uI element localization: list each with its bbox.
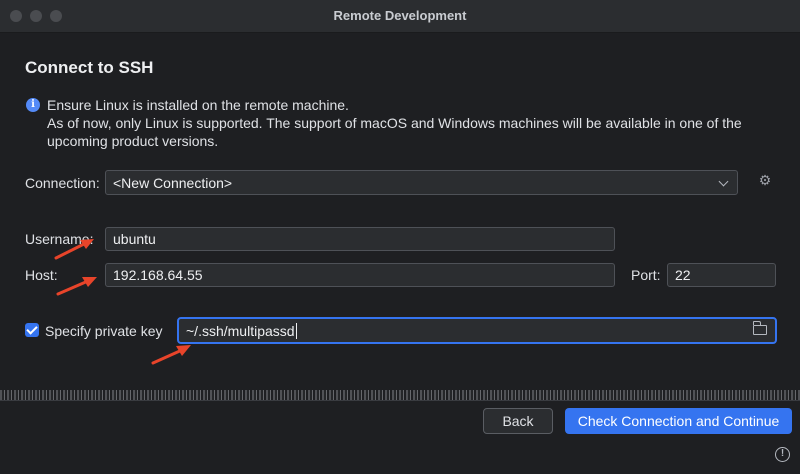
private-key-label: Specify private key [45, 323, 163, 339]
connection-label: Connection: [25, 175, 100, 191]
back-button[interactable]: Back [483, 408, 553, 434]
port-label: Port: [631, 267, 661, 283]
info-line: Ensure Linux is installed on the remote … [47, 97, 349, 113]
folder-icon[interactable] [752, 321, 767, 335]
check-connection-continue-button[interactable]: Check Connection and Continue [565, 408, 792, 434]
port-input[interactable]: 22 [667, 263, 776, 287]
host-value: 192.168.64.55 [113, 267, 203, 283]
username-value: ubuntu [113, 231, 156, 247]
torn-edge-divider [0, 390, 800, 400]
chevron-down-icon [718, 176, 729, 187]
annotation-arrow [54, 239, 94, 260]
host-input[interactable]: 192.168.64.55 [105, 263, 615, 287]
title-bar: Remote Development [0, 0, 800, 33]
annotation-arrow [56, 277, 97, 296]
window-title: Remote Development [333, 8, 467, 23]
annotation-arrow [151, 345, 191, 365]
connection-selected-value: <New Connection> [113, 174, 233, 191]
info-icon: i [26, 98, 40, 112]
connection-select[interactable]: <New Connection> [105, 170, 738, 195]
info-line: upcoming product versions. [47, 133, 219, 149]
dialog-heading: Connect to SSH [25, 58, 154, 77]
info-message: Ensure Linux is installed on the remote … [47, 96, 777, 150]
port-value: 22 [675, 267, 691, 283]
private-key-checkbox[interactable] [25, 323, 39, 337]
info-line: As of now, only Linux is supported. The … [47, 115, 742, 131]
private-key-path-value: ~/.ssh/multipassd [186, 322, 295, 339]
text-cursor [295, 322, 297, 339]
gear-icon[interactable]: ⚙ [758, 173, 772, 187]
private-key-path-input[interactable]: ~/.ssh/multipassd [177, 317, 777, 344]
username-input[interactable]: ubuntu [105, 227, 615, 251]
help-icon[interactable]: ! [775, 447, 790, 462]
